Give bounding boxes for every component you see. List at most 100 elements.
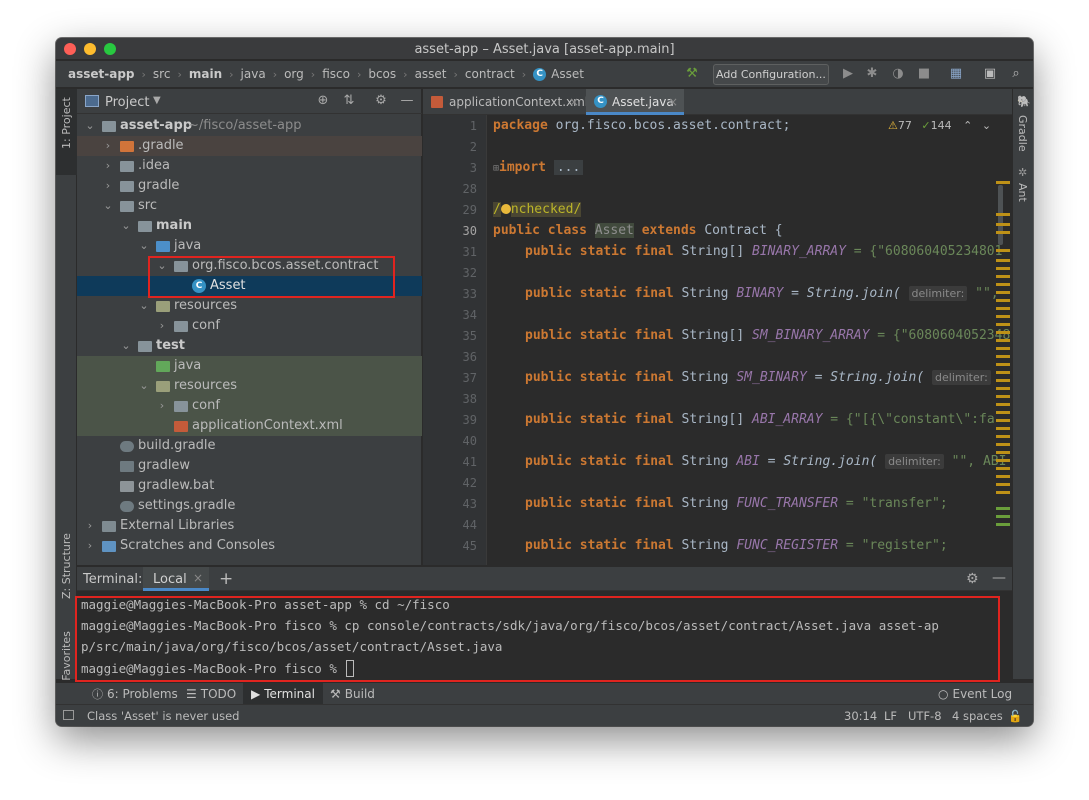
inspection-widget[interactable]: ⚠77 ✓144 ⌃ ⌄ <box>888 115 998 137</box>
warning-mark <box>996 491 1010 494</box>
chevron-right-icon[interactable]: › <box>103 136 113 156</box>
tree-item-src[interactable]: ⌄ src <box>77 196 422 216</box>
project-panel-title[interactable]: Project <box>105 95 149 110</box>
crumb-contract[interactable]: contract <box>465 67 515 81</box>
tree-item-asset-app[interactable]: ⌄ asset-app ~/fisco/asset-app <box>77 116 422 136</box>
terminal-output[interactable]: maggie@Maggies-MacBook-Pro asset-app % c… <box>77 591 1012 679</box>
tree-item-test-conf[interactable]: › conf <box>77 396 422 416</box>
hide-panel-icon[interactable]: — <box>399 93 415 109</box>
chevron-down-icon[interactable]: ⌄ <box>139 236 149 256</box>
file-encoding[interactable]: UTF-8 <box>908 709 942 723</box>
chevron-right-icon[interactable]: › <box>85 516 95 536</box>
add-configuration-button[interactable]: Add Configuration... <box>713 64 829 85</box>
chevron-down-icon[interactable]: ⌄ <box>121 216 131 236</box>
coverage-icon[interactable]: ◑ <box>890 66 906 82</box>
chevron-right-icon[interactable]: › <box>157 396 167 416</box>
indent-setting[interactable]: 4 spaces <box>952 709 1003 723</box>
tree-item-main-resources[interactable]: ⌄ resources <box>77 296 422 316</box>
tree-item-main[interactable]: ⌄ main <box>77 216 422 236</box>
tab-build[interactable]: ⚒ Build <box>324 683 381 705</box>
crumb-bcos[interactable]: bcos <box>368 67 396 81</box>
lightbulb-icon[interactable] <box>500 204 511 214</box>
tree-item-build-gradle[interactable]: build.gradle <box>77 436 422 456</box>
search-icon[interactable]: ⌕ <box>1008 66 1024 82</box>
close-icon[interactable]: × <box>668 89 678 115</box>
line-separator[interactable]: LF <box>884 709 897 723</box>
tree-item-label: resources <box>174 298 238 313</box>
collapse-all-icon[interactable]: ⇅ <box>341 93 357 109</box>
run-icon[interactable]: ▶ <box>840 66 856 82</box>
event-log-button[interactable]: ○ Event Log <box>932 683 1018 705</box>
crumb-asset-app[interactable]: asset-app <box>68 67 135 81</box>
tree-item-dot-gradle[interactable]: › .gradle <box>77 136 422 156</box>
weak-warning-count: 144 <box>930 119 952 132</box>
tree-item-settings-gradle[interactable]: settings.gradle <box>77 496 422 516</box>
close-icon[interactable]: × <box>193 571 203 585</box>
error-stripe[interactable] <box>996 155 1012 565</box>
tab-problems[interactable]: ⓘ 6: Problems <box>86 683 184 705</box>
gear-icon[interactable]: ⚙ <box>373 93 389 109</box>
structure-tool-label[interactable]: Z: Structure <box>60 533 73 599</box>
tree-item-gradlew[interactable]: gradlew <box>77 456 422 476</box>
tree-item-external-libraries[interactable]: › External Libraries <box>77 516 422 536</box>
build-hammer-icon[interactable]: ⚒ <box>684 66 700 82</box>
terminal-prompt-line[interactable]: maggie@Maggies-MacBook-Pro fisco % <box>81 660 355 677</box>
tree-item-test[interactable]: ⌄ test <box>77 336 422 356</box>
tree-item-main-conf[interactable]: › conf <box>77 316 422 336</box>
chevron-right-icon[interactable]: › <box>103 156 113 176</box>
crumb-main[interactable]: main <box>189 67 222 81</box>
tree-item-asset-class[interactable]: C Asset <box>77 276 422 296</box>
close-icon[interactable]: × <box>569 89 579 115</box>
locate-icon[interactable]: ⊕ <box>315 93 331 109</box>
tree-item-main-java[interactable]: ⌄ java <box>77 236 422 256</box>
panel-toggle-icon[interactable] <box>63 710 74 720</box>
chevron-down-icon[interactable]: ⌄ <box>139 376 149 396</box>
gradle-tool-label[interactable]: Gradle <box>1016 115 1029 152</box>
crumb-src[interactable]: src <box>153 67 171 81</box>
text-file-icon <box>120 481 134 492</box>
tab-todo[interactable]: ☰ TODO <box>180 683 242 705</box>
tab-terminal[interactable]: ▶ Terminal <box>243 683 323 705</box>
tab-asset-java[interactable]: C Asset.java × <box>586 89 684 115</box>
debug-icon[interactable]: ✱ <box>864 66 880 82</box>
crumb-fisco[interactable]: fisco <box>322 67 350 81</box>
stop-icon[interactable]: ■ <box>916 66 932 82</box>
tree-item-scratches[interactable]: › Scratches and Consoles <box>77 536 422 556</box>
lock-icon[interactable]: 🔓 <box>1008 709 1022 723</box>
crumb-org[interactable]: org <box>284 67 304 81</box>
terminal-tab-local[interactable]: Local × <box>143 567 209 591</box>
crumb-asset[interactable]: asset <box>415 67 447 81</box>
chevron-down-icon[interactable]: ⌄ <box>121 336 131 356</box>
crumb-asset-class[interactable]: Asset <box>551 67 584 81</box>
chevron-down-icon[interactable]: ⌄ <box>103 196 113 216</box>
chevron-down-icon[interactable]: ▼ <box>153 95 161 106</box>
chevron-down-icon[interactable]: ⌄ <box>85 116 95 136</box>
tree-item-gradle[interactable]: › gradle <box>77 176 422 196</box>
code-editor[interactable]: package org.fisco.bcos.asset.contract; ⊞… <box>488 115 1012 565</box>
tree-item-idea[interactable]: › .idea <box>77 156 422 176</box>
chevron-right-icon[interactable]: › <box>103 176 113 196</box>
add-icon[interactable]: + <box>219 569 233 589</box>
chevron-down-icon[interactable]: ⌄ <box>982 119 991 132</box>
hide-panel-icon[interactable]: — <box>992 570 1006 586</box>
caret-position[interactable]: 30:14 <box>844 709 877 723</box>
chevron-down-icon[interactable]: ⌄ <box>139 296 149 316</box>
chevron-down-icon[interactable]: ⌄ <box>157 256 167 276</box>
tree-item-test-java[interactable]: java <box>77 356 422 376</box>
tree-item-application-context[interactable]: applicationContext.xml <box>77 416 422 436</box>
project-structure-icon[interactable]: ▦ <box>948 66 964 82</box>
bottom-tool-bar: ⓘ 6: Problems ☰ TODO ▶ Terminal ⚒ Build ○ Eve… <box>56 682 1033 705</box>
ant-tool-label[interactable]: Ant <box>1016 183 1029 202</box>
gear-icon[interactable]: ⚙ <box>966 571 979 587</box>
presentation-icon[interactable]: ▣ <box>982 66 998 82</box>
crumb-java[interactable]: java <box>241 67 266 81</box>
chevron-right-icon[interactable]: › <box>157 316 167 336</box>
tree-item-test-resources[interactable]: ⌄ resources <box>77 376 422 396</box>
tree-item-package[interactable]: ⌄ org.fisco.bcos.asset.contract <box>77 256 422 276</box>
tab-application-context[interactable]: applicationContext.xml × <box>423 89 588 115</box>
terminal-line: maggie@Maggies-MacBook-Pro fisco % cp co… <box>81 618 939 633</box>
chevron-up-icon[interactable]: ⌃ <box>963 119 972 132</box>
chevron-right-icon[interactable]: › <box>85 536 95 556</box>
project-tool-label[interactable]: 1: Project <box>60 97 73 149</box>
tree-item-gradlew-bat[interactable]: gradlew.bat <box>77 476 422 496</box>
